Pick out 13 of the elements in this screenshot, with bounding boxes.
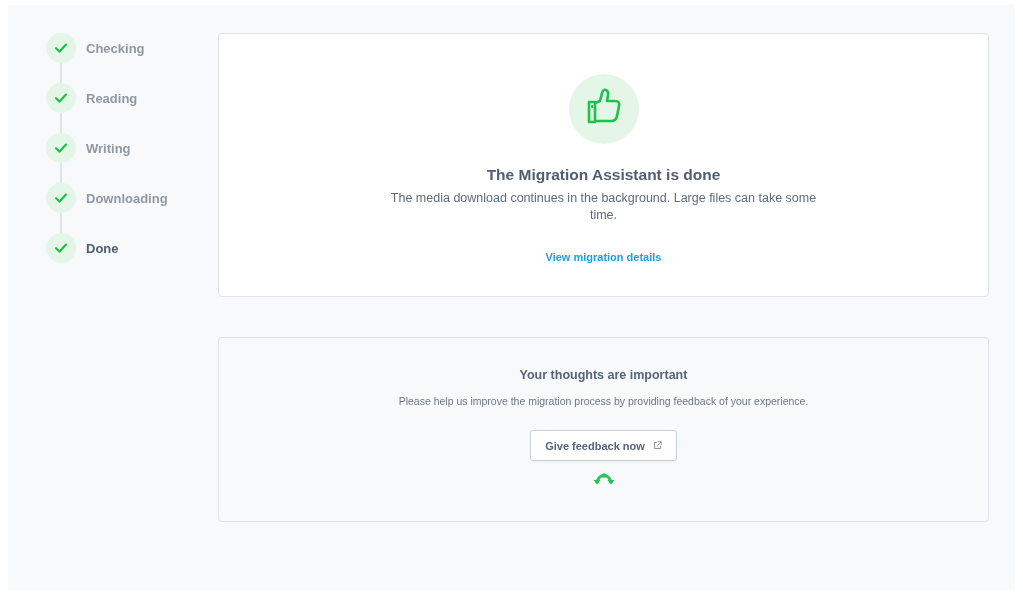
card-title: The Migration Assistant is done bbox=[486, 165, 721, 185]
thumbs-up-icon bbox=[568, 74, 639, 144]
step-label: Downloading bbox=[86, 190, 168, 206]
card-message: The media download continues in the background. Large files can take some time. bbox=[389, 190, 818, 224]
feedback-title: Your thoughts are important bbox=[519, 367, 688, 384]
step-label: Writing bbox=[86, 140, 131, 156]
step-label: Done bbox=[86, 240, 119, 256]
step-label: Checking bbox=[86, 40, 145, 56]
external-link-icon bbox=[652, 441, 662, 450]
curved-arrows-icon bbox=[592, 473, 615, 485]
feedback-button[interactable]: Give feedback now bbox=[530, 430, 677, 461]
feedback-message: Please help us improve the migration process by providing feedback of your experience. bbox=[398, 394, 809, 408]
step-label: Reading bbox=[86, 90, 138, 106]
